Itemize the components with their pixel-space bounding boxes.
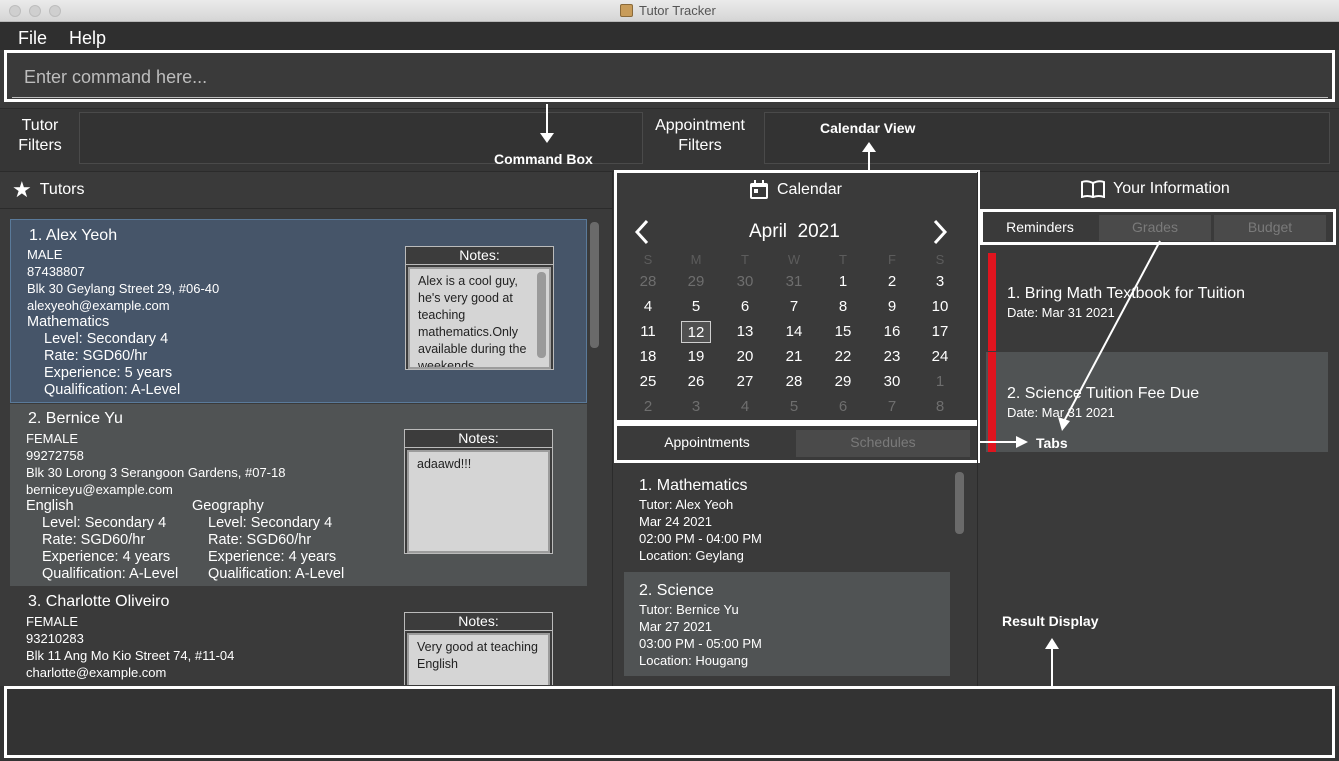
notes-title: Notes: [406,247,553,265]
subject-name: English [26,498,74,514]
info-title: Your Information [1113,180,1230,197]
notes-text[interactable]: adaawd!!! [407,450,550,553]
notes-title: Notes: [405,613,552,631]
appointment-time: 03:00 PM - 05:00 PM [639,636,762,651]
appointment-title: 2. Science [639,582,714,599]
subject-name: Geography [192,498,264,514]
close-window-button[interactable] [9,5,21,17]
appointment-tutor: Tutor: Bernice Yu [639,602,739,617]
tutor-card[interactable]: 1. Alex Yeoh MALE 87438807 Blk 30 Geylan… [10,219,587,403]
appointment-filters-label: Appointment Filters [655,117,745,154]
tutor-phone: 87438807 [27,264,85,279]
tutor-address: Blk 30 Lorong 3 Serangoon Gardens, #07-1… [26,465,286,480]
appointment-title: 1. Mathematics [639,477,748,494]
subject-experience: Experience: 4 years [208,549,337,565]
annotation-calendar-view: Calendar View [820,120,916,136]
divider [612,172,613,686]
divider [0,208,612,209]
subject-level: Level: Secondary 4 [44,331,169,347]
tutor-email: berniceyu@example.com [26,482,173,497]
notes-title: Notes: [405,430,552,448]
annotation-command-box: Command Box [494,151,593,167]
subject-rate: Rate: SGD60/hr [42,532,146,548]
book-icon [1081,180,1105,198]
subject-name: Mathematics [27,314,110,330]
tutor-filters-label: Tutor Filters [18,117,62,154]
subject-experience: Experience: 4 years [42,549,171,565]
tutor-gender: MALE [27,247,63,262]
annotation-result-display: Result Display [1002,613,1099,629]
appointment-list-scrollbar[interactable] [955,472,964,534]
menu-file[interactable]: File [18,28,47,49]
appointment-location: Location: Geylang [639,548,744,563]
annotation-arrow-line [868,152,870,170]
title-bar: Tutor Tracker [0,0,1339,22]
notes-panel: Notes: Very good at teaching English [404,612,553,685]
menu-help[interactable]: Help [69,28,106,49]
annotation-tabs: Tabs [1036,435,1068,451]
appointment-time: 02:00 PM - 04:00 PM [639,531,762,546]
annotation-arrow-line [1051,648,1053,686]
zoom-window-button[interactable] [49,5,61,17]
appointment-location: Location: Hougang [639,653,749,668]
notes-text[interactable]: Alex is a cool guy, he's very good at te… [408,267,551,369]
tutor-email: alexyeoh@example.com [27,298,170,313]
tutor-name: 3. Charlotte Oliveiro [28,593,170,610]
arrow-down-icon [540,133,554,143]
app-icon [620,4,633,17]
annotation-arrows [980,240,1161,448]
command-box-highlight [4,50,1335,102]
tutor-name: 2. Bernice Yu [28,410,123,427]
arrow-up-icon [862,142,876,152]
subject-qualification: Qualification: A-Level [208,566,345,582]
tutor-list[interactable]: 1. Alex Yeoh MALE 87438807 Blk 30 Geylan… [10,210,602,685]
tutors-title: Tutors [39,181,85,198]
subject-rate: Rate: SGD60/hr [208,532,312,548]
window-title: Tutor Tracker [639,3,716,18]
appointment-tabs-highlight [614,423,980,463]
star-icon: ★ [12,177,32,202]
tutor-address: Blk 11 Ang Mo Kio Street 74, #11-04 [26,648,235,663]
tutor-email: charlotte@example.com [26,665,167,680]
subject-experience: Experience: 5 years [44,365,173,381]
annotation-arrow-line [546,104,548,134]
tutor-phone: 99272758 [26,448,84,463]
tutor-card[interactable]: 2. Bernice Yu FEMALE 99272758 Blk 30 Lor… [10,404,587,586]
subject-qualification: Qualification: A-Level [42,566,179,582]
appointment-card[interactable]: 2. Science Tutor: Bernice Yu Mar 27 2021… [624,572,950,676]
appointment-card[interactable]: 1. Mathematics Tutor: Alex Yeoh Mar 24 2… [624,468,950,572]
arrow-up-icon [1045,638,1059,649]
menu-bar: File Help [0,22,1339,50]
minimize-window-button[interactable] [29,5,41,17]
subject-level: Level: Secondary 4 [208,515,333,531]
tutor-gender: FEMALE [26,614,79,629]
appointment-tutor: Tutor: Alex Yeoh [639,497,734,512]
appointment-date: Mar 24 2021 [639,514,712,529]
result-display [4,686,1335,758]
calendar-highlight [614,170,980,423]
tutor-address: Blk 30 Geylang Street 29, #06-40 [27,281,220,296]
tutor-gender: FEMALE [26,431,79,446]
notes-panel: Notes: Alex is a cool guy, he's very goo… [405,246,554,370]
tutor-card[interactable]: 3. Charlotte Oliveiro FEMALE 93210283 Bl… [10,587,587,685]
tutor-list-scrollbar[interactable] [590,222,599,348]
notes-panel: Notes: adaawd!!! [404,429,553,554]
subject-level: Level: Secondary 4 [42,515,167,531]
tutor-phone: 93210283 [26,631,84,646]
subject-qualification: Qualification: A-Level [44,382,181,398]
info-header: Your Information [1081,180,1230,198]
notes-text[interactable]: Very good at teaching English [407,633,550,685]
tutors-header: ★ Tutors [12,177,85,202]
subject-rate: Rate: SGD60/hr [44,348,148,364]
tutor-name: 1. Alex Yeoh [29,227,118,244]
notes-scrollbar[interactable] [537,272,546,358]
appointment-date: Mar 27 2021 [639,619,712,634]
